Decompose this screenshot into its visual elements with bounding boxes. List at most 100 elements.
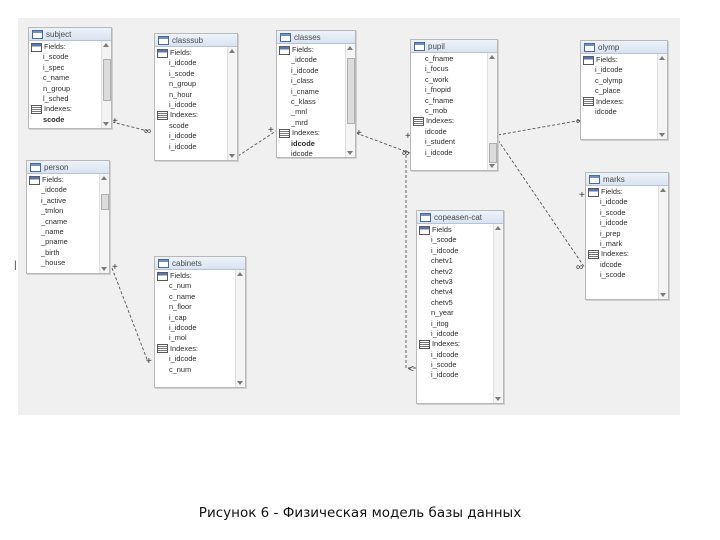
scroll-up-icon[interactable] — [229, 49, 235, 53]
field-item[interactable]: i_idcode — [583, 65, 656, 75]
field-item[interactable]: c_mob — [413, 106, 486, 116]
field-item[interactable]: i_scode — [419, 360, 492, 370]
scroll-up-icon[interactable] — [495, 226, 501, 230]
field-item[interactable]: n_group — [31, 84, 100, 94]
scrollbar[interactable] — [658, 186, 668, 299]
scroll-down-icon[interactable] — [489, 164, 495, 168]
scroll-down-icon[interactable] — [347, 151, 353, 155]
scroll-down-icon[interactable] — [103, 122, 109, 126]
field-item[interactable]: i_idcode — [419, 246, 492, 256]
table-title-bar[interactable]: subject — [29, 28, 111, 41]
scrollbar[interactable] — [235, 270, 245, 387]
field-item[interactable]: i_focus — [413, 64, 486, 74]
field-item[interactable]: i_idcode — [157, 131, 226, 141]
field-item[interactable]: i_scode — [157, 69, 226, 79]
field-item[interactable]: i_scode — [31, 52, 100, 62]
field-item[interactable]: i_mark — [588, 239, 657, 249]
field-item[interactable]: c_work — [413, 75, 486, 85]
fields-group[interactable]: Fields — [419, 225, 492, 235]
field-item[interactable]: idcode — [588, 260, 657, 270]
indexes-group[interactable]: Indexes: — [419, 339, 492, 349]
field-item[interactable]: i_scode — [419, 235, 492, 245]
field-item[interactable]: i_class — [279, 76, 344, 86]
field-item[interactable]: _name — [29, 227, 98, 237]
field-item[interactable]: c_fname — [413, 96, 486, 106]
fields-group[interactable]: Fields: — [31, 42, 100, 52]
field-item[interactable]: _house — [29, 258, 98, 268]
table-olymp[interactable]: olymp Fields: i_idcode c_olymp c_place Indexe… — [580, 40, 668, 140]
table-classsub[interactable]: classsub Fields: i_idcode i_scode n_group n_h… — [154, 33, 238, 161]
scroll-down-icon[interactable] — [660, 293, 666, 297]
scroll-down-icon[interactable] — [101, 267, 107, 271]
table-title-bar[interactable]: cabinets — [155, 257, 245, 270]
field-item[interactable]: i_itog — [419, 319, 492, 329]
field-item[interactable]: chetv1 — [419, 256, 492, 266]
table-title-bar[interactable]: olymp — [581, 41, 667, 54]
indexes-group[interactable]: Indexes: — [157, 344, 234, 354]
field-item[interactable]: i_scode — [588, 208, 657, 218]
field-item[interactable]: c_fname — [413, 54, 486, 64]
field-item[interactable]: idcode — [279, 139, 344, 149]
table-title-bar[interactable]: pupil — [411, 40, 497, 53]
fields-group[interactable]: Fields: — [588, 187, 657, 197]
field-item[interactable]: idcode — [583, 107, 656, 117]
table-title-bar[interactable]: classes — [277, 31, 355, 44]
field-item[interactable]: i_active — [29, 196, 98, 206]
field-item[interactable]: idcode — [279, 149, 344, 157]
field-item[interactable]: scode — [157, 121, 226, 131]
scroll-thumb[interactable] — [103, 59, 111, 101]
scroll-thumb[interactable] — [347, 58, 355, 124]
field-item[interactable]: i_idcode — [157, 100, 226, 110]
field-item[interactable]: c_place — [583, 86, 656, 96]
fields-group[interactable]: Fields: — [29, 175, 98, 185]
field-item[interactable]: _pname — [29, 237, 98, 247]
table-subject[interactable]: subject Fields: i_scode i_spec c_name n_group… — [28, 27, 112, 129]
scroll-up-icon[interactable] — [103, 43, 109, 47]
scroll-down-icon[interactable] — [229, 154, 235, 158]
scrollbar[interactable] — [345, 44, 355, 157]
field-item[interactable]: _mnl — [279, 107, 344, 117]
field-item[interactable]: n_hour — [157, 90, 226, 100]
field-item[interactable]: chetv4 — [419, 287, 492, 297]
table-title-bar[interactable]: person — [27, 161, 109, 174]
table-person[interactable]: person Fields: _idcode i_active _tmlon _cname… — [26, 160, 110, 274]
field-item[interactable]: c_klass — [279, 97, 344, 107]
scroll-down-icon[interactable] — [495, 397, 501, 401]
fields-group[interactable]: Fields: — [157, 48, 226, 58]
scrollbar[interactable] — [487, 53, 497, 170]
field-item[interactable]: c_num — [157, 281, 234, 291]
indexes-group[interactable]: Indexes: — [588, 249, 657, 260]
field-item[interactable]: _cname — [29, 217, 98, 227]
field-item[interactable]: i_idcode — [157, 323, 234, 333]
scroll-up-icon[interactable] — [660, 188, 666, 192]
indexes-group[interactable]: Indexes: — [279, 128, 344, 138]
field-item[interactable]: _tmlon — [29, 206, 98, 216]
scrollbar[interactable] — [657, 54, 667, 139]
table-title-bar[interactable]: marks — [586, 173, 668, 186]
scrollbar[interactable] — [227, 47, 237, 160]
scrollbar[interactable] — [99, 174, 109, 273]
field-item[interactable]: chetv2 — [419, 267, 492, 277]
field-item[interactable]: i_idcode — [157, 354, 234, 364]
field-item[interactable]: l_sched — [31, 94, 100, 104]
field-item[interactable]: i_scode — [588, 270, 657, 280]
field-item[interactable]: chetv5 — [419, 298, 492, 308]
table-pupil[interactable]: pupil c_fname i_focus c_work i_fnopid c_fname… — [410, 39, 498, 171]
field-item[interactable]: i_idcode — [419, 329, 492, 339]
table-title-bar[interactable]: copeasen-cat — [417, 211, 503, 224]
fields-group[interactable]: Fields: — [157, 271, 234, 281]
field-item[interactable]: i_fnopid — [413, 85, 486, 95]
table-classes[interactable]: classes Fields: _idcode i_idcode i_class i_cn… — [276, 30, 356, 158]
scroll-down-icon[interactable] — [659, 133, 665, 137]
indexes-group[interactable]: Indexes: — [413, 116, 486, 127]
scroll-up-icon[interactable] — [347, 46, 353, 50]
field-item[interactable]: c_name — [31, 73, 100, 83]
field-item[interactable]: scode — [31, 115, 100, 125]
field-item[interactable]: c_olymp — [583, 76, 656, 86]
field-item[interactable]: i_idcode — [588, 197, 657, 207]
scroll-up-icon[interactable] — [659, 56, 665, 60]
scroll-up-icon[interactable] — [237, 272, 243, 276]
indexes-group[interactable]: Indexes: — [157, 110, 226, 121]
field-item[interactable]: i_mol — [157, 333, 234, 343]
field-item[interactable]: i_idcode — [413, 148, 486, 158]
